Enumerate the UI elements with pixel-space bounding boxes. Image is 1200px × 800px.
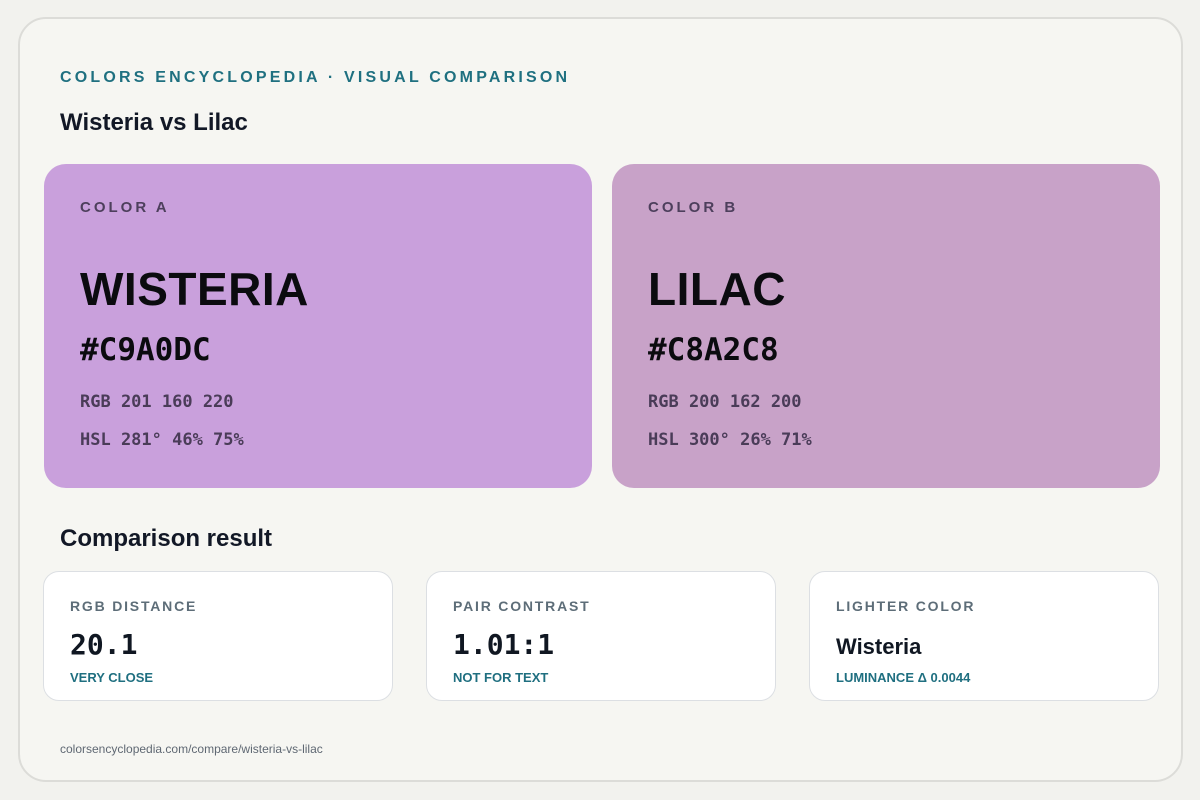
pair-contrast-note: NOT FOR TEXT <box>453 670 549 685</box>
color-a-hsl: HSL 281° 46% 75% <box>80 430 244 450</box>
color-b-name: LILAC <box>648 263 786 315</box>
color-a-hex[interactable]: #C9A0DC <box>80 332 211 368</box>
footer-url-link[interactable]: colorsencyclopedia.com/compare/wisteria-… <box>60 742 323 756</box>
page-title: Wisteria vs Lilac <box>60 109 248 136</box>
rgb-distance-card: RGB DISTANCE 20.1 VERY CLOSE <box>43 571 393 701</box>
pair-contrast-card: PAIR CONTRAST 1.01:1 NOT FOR TEXT <box>426 571 776 701</box>
color-a-role: COLOR A <box>80 199 170 216</box>
rgb-distance-value: 20.1 <box>70 628 138 661</box>
color-b-hex[interactable]: #C8A2C8 <box>648 332 779 368</box>
site-eyebrow: COLORS ENCYCLOPEDIA · VISUAL COMPARISON <box>60 69 571 86</box>
lighter-color-label: LIGHTER COLOR <box>836 598 976 614</box>
rgb-distance-note: VERY CLOSE <box>70 670 154 685</box>
rgb-distance-label: RGB DISTANCE <box>70 598 198 614</box>
color-b-rgb: RGB 200 162 200 <box>648 392 802 412</box>
pair-contrast-label: PAIR CONTRAST <box>453 598 591 614</box>
color-b-swatch: COLOR B LILAC #C8A2C8 RGB 200 162 200 HS… <box>612 164 1160 488</box>
lighter-color-value: Wisteria <box>836 634 922 659</box>
comparison-title: Comparison result <box>60 525 273 552</box>
pair-contrast-value: 1.01:1 <box>453 628 555 661</box>
color-b-hsl: HSL 300° 26% 71% <box>648 430 812 450</box>
color-a-swatch: COLOR A WISTERIA #C9A0DC RGB 201 160 220… <box>44 164 592 488</box>
color-a-rgb: RGB 201 160 220 <box>80 392 234 412</box>
lighter-color-card: LIGHTER COLOR Wisteria LUMINANCE Δ 0.004… <box>809 571 1159 701</box>
color-b-role: COLOR B <box>648 199 739 216</box>
lighter-color-note: LUMINANCE Δ 0.0044 <box>836 670 971 685</box>
color-a-name: WISTERIA <box>80 263 309 315</box>
comparison-panel: COLORS ENCYCLOPEDIA · VISUAL COMPARISON … <box>18 17 1183 782</box>
